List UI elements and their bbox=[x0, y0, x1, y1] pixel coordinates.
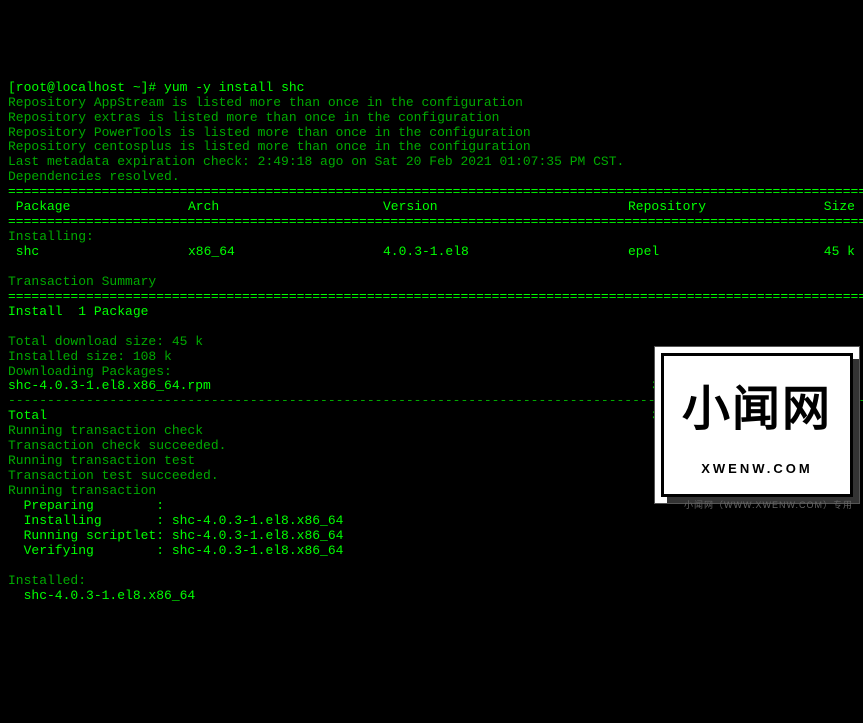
installed-package: shc-4.0.3-1.el8.x86_64 bbox=[8, 588, 195, 603]
col-size: Size bbox=[793, 200, 855, 215]
tx-summary-label: Transaction Summary bbox=[8, 274, 156, 289]
shell-prompt: [root@localhost ~]# yum -y install shc bbox=[8, 80, 304, 95]
tx-step: Running transaction check bbox=[8, 423, 203, 438]
repo-warning: Repository PowerTools is listed more tha… bbox=[8, 125, 531, 140]
downloading-label: Downloading Packages: bbox=[8, 364, 172, 379]
repo-warning: Repository AppStream is listed more than… bbox=[8, 95, 523, 110]
action-row: Installing : shc-4.0.3-1.el8.x86_64 bbox=[8, 513, 343, 528]
watermark-tag: 小闻网（WWW.XWENW.COM）专用 bbox=[684, 500, 853, 510]
repo-warning: Repository centosplus is listed more tha… bbox=[8, 139, 531, 154]
metadata-line: Last metadata expiration check: 2:49:18 … bbox=[8, 154, 624, 169]
section-installing: Installing: bbox=[8, 229, 94, 244]
separator-double: ========================================… bbox=[8, 214, 863, 229]
installed-size: Installed size: 108 k bbox=[8, 349, 172, 364]
col-package: Package bbox=[8, 200, 188, 215]
action-row: Preparing : bbox=[8, 498, 164, 513]
installed-label: Installed: bbox=[8, 573, 86, 588]
tx-step: Running transaction test bbox=[8, 453, 195, 468]
deps-resolved: Dependencies resolved. bbox=[8, 169, 180, 184]
action-row: Verifying : shc-4.0.3-1.el8.x86_64 bbox=[8, 543, 343, 558]
install-count: Install 1 Package bbox=[8, 304, 148, 319]
col-arch: Arch bbox=[188, 200, 383, 215]
command-text: yum -y install shc bbox=[164, 80, 304, 95]
col-repo: Repository bbox=[628, 200, 793, 215]
tx-step: Running transaction bbox=[8, 483, 156, 498]
action-row: Running scriptlet: shc-4.0.3-1.el8.x86_6… bbox=[8, 528, 343, 543]
watermark-en: XWENW.COM bbox=[682, 462, 832, 475]
total-download-size: Total download size: 45 k bbox=[8, 334, 203, 349]
watermark-badge: 小闻网 XWENW.COM bbox=[661, 353, 853, 497]
tx-step: Transaction check succeeded. bbox=[8, 438, 226, 453]
tx-step: Transaction test succeeded. bbox=[8, 468, 219, 483]
separator-double: ========================================… bbox=[8, 289, 863, 304]
table-header-row: PackageArchVersionRepositorySize bbox=[8, 200, 855, 215]
watermark-cn: 小闻网 bbox=[682, 386, 832, 434]
table-row: shcx86_644.0.3-1.el8epel45 k bbox=[8, 245, 855, 260]
repo-warning: Repository extras is listed more than on… bbox=[8, 110, 499, 125]
col-version: Version bbox=[383, 200, 628, 215]
separator-double: ========================================… bbox=[8, 184, 863, 199]
terminal-output: [root@localhost ~]# yum -y install shc R… bbox=[8, 66, 855, 604]
